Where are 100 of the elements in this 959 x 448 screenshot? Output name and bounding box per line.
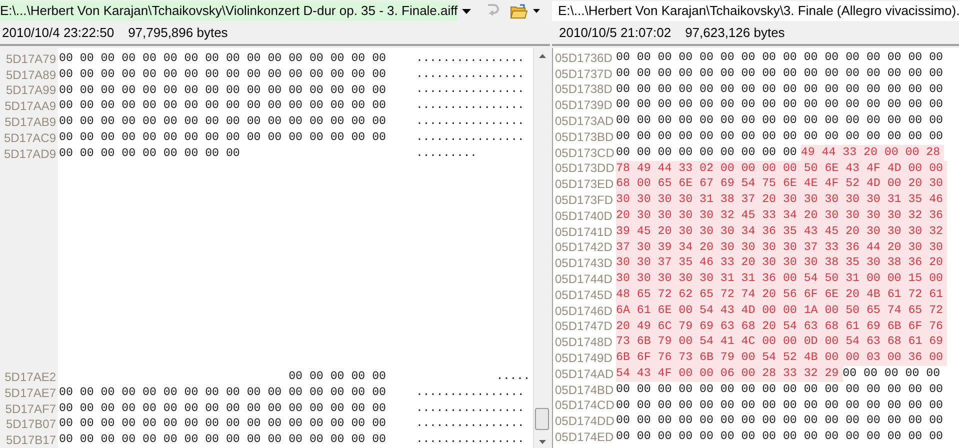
offset-address: 05D173AD: [555, 114, 614, 128]
file-size: 97,623,126 bytes: [685, 24, 785, 42]
offset-address: 05D1747D: [555, 319, 612, 334]
file-path-field[interactable]: E:\...\Herbert Von Karajan\Tchaikovsky\Violinkonzert D-dur op. 35 - 3. Finale.aiff: [0, 1, 458, 21]
hex-bytes: 00 00 00 00 00 00 00 00 00: [59, 146, 241, 162]
hex-bytes: 73 6B 79 00 54 41 4C 00 00 0D 00 54 63 68 61 69: [616, 334, 947, 350]
hex-bytes: 00 00 00 00 00 00 00 00 00 00 00 00 00 00 00 00: [616, 82, 944, 98]
hex-bytes: 30 30 37 35 46 33 20 30 30 30 38 35 30 38 36 20: [616, 255, 947, 272]
hex-bytes: 00 00 00 00 00 00 00 00 00 00 00 00 00 00 00 00: [616, 50, 944, 66]
hex-bytes: 54 43 4F 00 00 06 00 28 33 32 29: [616, 366, 843, 382]
offset-address: 05D1744D: [555, 272, 612, 286]
hex-bytes: 48 65 72 62 65 72 74 20 56 6F 6E 20 4B 61 72 61: [616, 286, 947, 303]
hex-bytes: 6B 6F 76 73 6B 79 00 54 52 4B 00 00 03 00 36 00: [616, 350, 947, 366]
hex-bytes: 00 00 00 00 00 00 00 00 00 00 00 00 00 00 00 00: [616, 97, 944, 114]
offset-address: 05D173DD: [555, 161, 614, 176]
offset-address: 05D1743D: [555, 256, 612, 270]
hex-bytes: 00 00 00 00 00 00 00 00 00 00 00 00 00 00 00 00: [616, 128, 944, 145]
hex-bytes: 30 30 30 30 31 38 37 20 30 30 30 30 30 31 35 46: [616, 192, 947, 208]
hex-bytes: 00 00 00 00 00 00 00 00 00 00 00 00 00 00 00 00: [59, 66, 387, 83]
offset-address: 5D17AB9: [4, 115, 56, 130]
offset-address: 05D1746D: [555, 304, 612, 318]
offset-address: 05D1748D: [555, 335, 612, 350]
offset-address: 5D17AE7: [4, 386, 56, 400]
hex-bytes: 78 49 44 33 02 00 00 00 00 50 6E 43 4F 4D 00 00: [616, 160, 947, 176]
hex-bytes: 00 00 00 00 00: [288, 369, 387, 385]
offset-address: 05D1740D: [555, 208, 612, 223]
hex-bytes: 6A 61 6E 00 54 43 4D 00 00 1A 00 50 65 74 65 72: [616, 302, 947, 319]
offset-address: 05D1737D: [555, 66, 612, 81]
hex-bytes: 00 00 00 00 00 00 00 00 00 00 00 00 00 00 00 00: [59, 82, 387, 98]
offset-address: 5D17AC9: [4, 130, 56, 145]
dropdown-caret-icon[interactable]: [533, 9, 540, 13]
hex-bytes: 00 00 00 00 00 00 00 00 00 00 00 00 00 00 00 00: [59, 130, 387, 146]
offset-address: 5D17B17: [6, 433, 56, 448]
hex-bytes: 39 45 20 30 30 30 34 36 35 43 45 20 30 30 30 32: [616, 224, 947, 240]
ascii-text: ................: [416, 83, 524, 98]
offset-address: 5D17AD9: [4, 146, 56, 161]
offset-address: 5D17A89: [6, 68, 56, 82]
scroll-down-icon[interactable]: [538, 440, 546, 444]
scroll-up-icon[interactable]: [538, 54, 546, 58]
offset-address: 05D173BD: [555, 130, 614, 144]
hex-bytes: 00 00 00 00 00: [842, 366, 942, 382]
offset-address: 05D1736D: [555, 50, 612, 65]
modified-time: 2010/10/4 23:22:50: [2, 24, 114, 42]
hex-bytes: 00 00 00 00 00 00 00 00 00 00 00 00 00 00 00 00: [59, 98, 387, 114]
file-path-field[interactable]: E:\...\Herbert Von Karajan\Tchaikovsky\3. Finale (Allegro vivacissimo).: [552, 1, 959, 21]
hex-bytes: 00 00 00 00 00 00 00 00 00 00 00 00 00 00 00 00: [59, 432, 387, 448]
offset-address: 05D174AD: [555, 366, 614, 381]
hex-bytes: 00 00 00 00 00 00 00 00 00 00 00 00 00 00 00 00: [59, 384, 387, 401]
offset-address: 05D174BD: [555, 382, 614, 397]
offset-address: 05D174CD: [555, 398, 614, 412]
hex-bytes: 00 00 00 00 00 00 00 00 00 00 00 00 00 00 00 00: [616, 382, 944, 398]
offset-address: 05D1741D: [555, 224, 612, 239]
offset-address: 5D17B07: [6, 417, 56, 432]
ascii-text: ................: [416, 433, 524, 448]
offset-address: 05D1739D: [555, 98, 612, 112]
folder-icon[interactable]: [510, 4, 528, 18]
ascii-text: ................: [416, 68, 524, 82]
offset-address: 5D17AA9: [4, 99, 56, 114]
hex-bytes: 00 00 00 00 00 00 00 00 00 00 00 00 00 00 00 00: [616, 429, 944, 445]
offset-address: 5D17AE2: [4, 370, 56, 384]
hex-bytes: 00 00 00 00 00 00 00 00 00 00 00 00 00 00 00 00: [616, 113, 944, 129]
offset-address: 05D174ED: [555, 430, 614, 444]
dropdown-caret-icon[interactable]: [462, 8, 471, 14]
offset-address: 5D17A79: [6, 52, 56, 66]
hex-bytes: 30 30 30 30 30 31 31 36 00 54 50 31 00 00 15 00: [616, 271, 947, 287]
offset-address: 5D17A99: [6, 83, 56, 98]
hex-bytes: 00 00 00 00 00 00 00 00 00 00 00 00 00 00 00 00: [616, 66, 944, 82]
hex-bytes: 20 30 30 30 30 32 45 33 34 20 30 30 30 30 32 36: [616, 208, 947, 224]
ascii-text: ................: [416, 386, 524, 400]
file-size: 97,795,896 bytes: [128, 24, 228, 42]
ascii-text: ................: [416, 99, 524, 114]
ascii-text: .........: [416, 146, 477, 161]
offset-address: 05D173ED: [555, 177, 614, 192]
hex-bytes: 00 00 00 00 00 00 00 00 00 00 00 00 00 00 00 00: [59, 114, 387, 130]
ascii-text: .....: [496, 370, 530, 384]
hex-bytes: 20 49 6C 79 69 63 68 20 54 63 68 61 69 6B 6F 76: [616, 318, 947, 334]
ascii-text: ................: [416, 130, 524, 145]
hex-bytes: 00 00 00 00 00 00 00 00 00 00 00 00 00 00 00 00: [59, 416, 387, 432]
offset-address: 05D1742D: [555, 240, 612, 254]
modified-time: 2010/10/5 21:07:02: [559, 24, 672, 42]
ascii-text: ................: [416, 417, 524, 432]
offset-address: 05D1738D: [555, 82, 612, 96]
ascii-text: ................: [416, 402, 524, 416]
offset-address: 05D1745D: [555, 288, 612, 302]
offset-address: 05D173FD: [555, 193, 614, 208]
hex-bytes: 68 00 65 6E 67 69 54 75 6E 4E 4F 52 4D 00 20 30: [616, 176, 947, 192]
offset-address: 05D174DD: [555, 414, 614, 428]
offset-address: 5D17AF7: [5, 402, 56, 416]
hex-bytes: 00 00 00 00 00 00 00 00 00 00 00 00 00 00 00 00: [59, 51, 387, 67]
hex-bytes: 00 00 00 00 00 00 00 00 00 00 00 00 00 00 00 00: [616, 413, 944, 430]
offset-address: 05D1749D: [555, 351, 612, 366]
hex-bytes: 00 00 00 00 00 00 00 00 00 00 00 00 00 00 00 00: [616, 398, 944, 414]
scroll-thumb[interactable]: [535, 408, 549, 430]
hex-bytes: 00 00 00 00 00 00 00 00 00: [616, 144, 798, 161]
hex-bytes: 49 44 33 20 00 00 28: [800, 144, 944, 161]
ascii-text: ................: [416, 115, 524, 130]
ascii-text: ................: [416, 52, 524, 66]
hex-bytes: 37 30 39 34 20 30 30 30 30 37 33 36 44 20 30 30: [616, 240, 947, 256]
hex-bytes: 00 00 00 00 00 00 00 00 00 00 00 00 00 00 00 00: [59, 400, 387, 416]
offset-address: 05D173CD: [555, 146, 614, 160]
